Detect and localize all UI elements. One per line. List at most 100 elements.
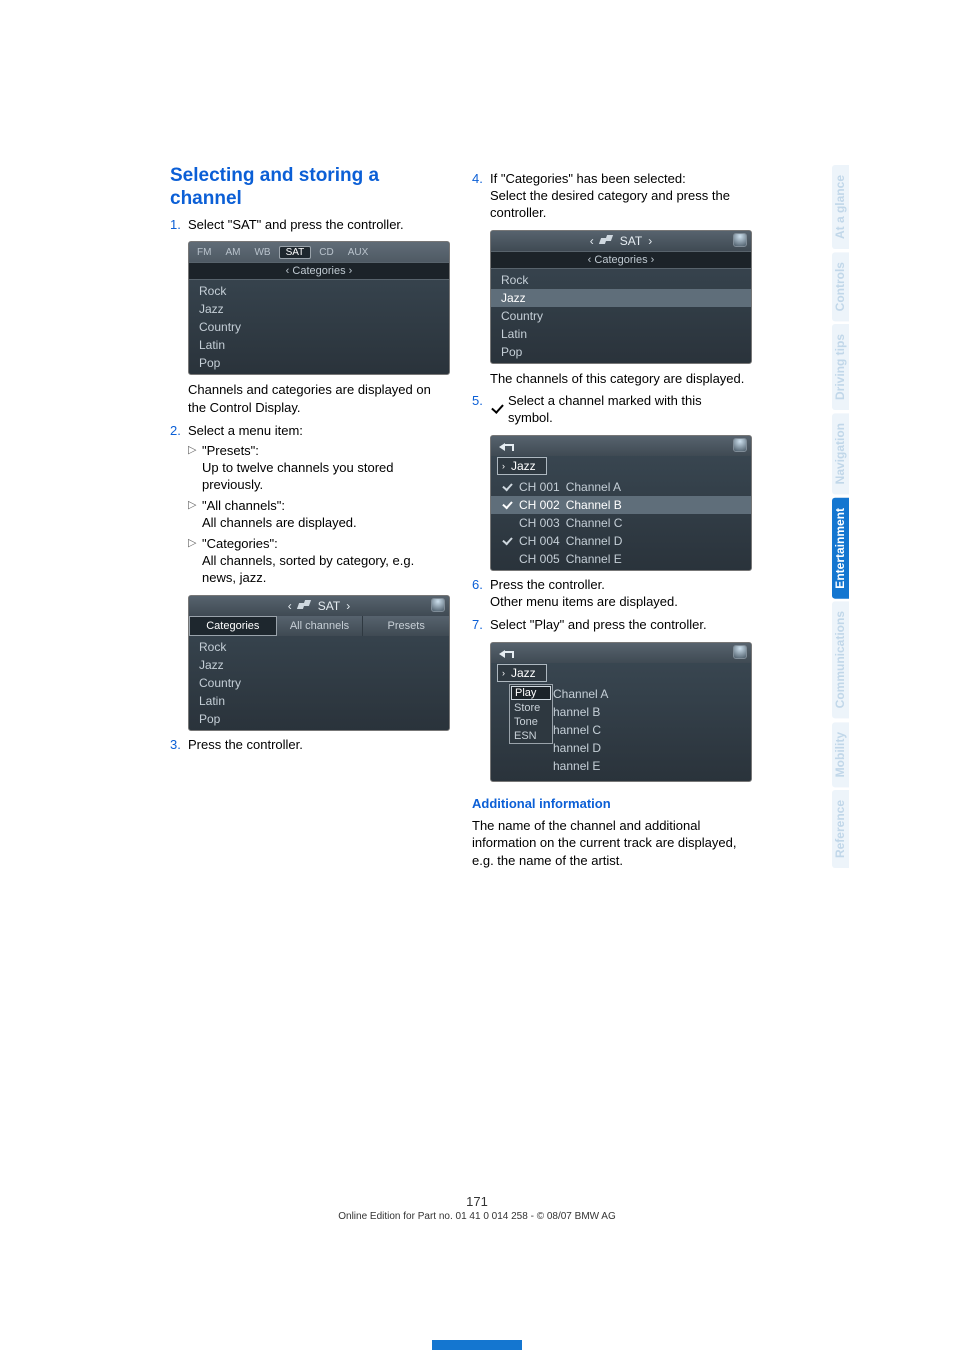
screenshot-channel-list: › Jazz CH 001 Channel A CH 002 Channel B… bbox=[490, 435, 752, 571]
substep-allchannels: "All channels": All channels are display… bbox=[202, 498, 357, 532]
chevron-right-icon: › bbox=[502, 668, 505, 678]
channel-code: CH 005 bbox=[519, 552, 560, 566]
channel-row: CH 004 Channel D bbox=[491, 532, 751, 550]
triangle-bullet-icon: ▷ bbox=[188, 443, 202, 494]
list-item: Country bbox=[189, 674, 449, 692]
channel-code: CH 003 bbox=[519, 516, 560, 530]
screenshot-play-popup: › Jazz CH 001 Channel A hannel B hannel … bbox=[490, 642, 752, 782]
step-4-text: If "Categories" has been selected: Selec… bbox=[490, 171, 750, 222]
list-item: Country bbox=[491, 307, 751, 325]
screenshot-sat-tabs: FM AM WB SAT CD AUX ‹ Categories › Rock … bbox=[188, 241, 450, 375]
list-item-selected: Jazz bbox=[491, 289, 751, 307]
chevron-right-icon: › bbox=[346, 599, 350, 613]
tab-bar: FM AM WB SAT CD AUX bbox=[189, 242, 449, 262]
seg-presets: Presets bbox=[363, 616, 449, 636]
list-item: Pop bbox=[491, 343, 751, 361]
tab-sat-selected: SAT bbox=[279, 246, 312, 259]
title-sat: SAT bbox=[318, 599, 340, 613]
channel-code: CH 002 bbox=[519, 498, 560, 512]
sidetab-reference[interactable]: Reference bbox=[832, 790, 849, 868]
page-number: 171 bbox=[0, 1194, 954, 1209]
title-bar: ‹ SAT › bbox=[189, 596, 449, 616]
sidetab-communications[interactable]: Communications bbox=[832, 601, 849, 718]
satellite-icon bbox=[298, 600, 312, 612]
subbar-categories: ‹ Categories › bbox=[491, 251, 751, 269]
substep-label: "Categories": bbox=[202, 536, 278, 551]
channel-row: CH 001 Channel A bbox=[491, 478, 751, 496]
sidetab-driving-tips[interactable]: Driving tips bbox=[832, 324, 849, 410]
substep-categories: "Categories": All channels, sorted by ca… bbox=[202, 536, 448, 587]
popup-menu: Play Store Tone ESN bbox=[509, 684, 553, 744]
channel-name: Channel E bbox=[566, 552, 622, 566]
back-bar bbox=[491, 643, 751, 663]
substep-label: "All channels": bbox=[202, 498, 285, 513]
corner-icon bbox=[733, 438, 747, 452]
seg-allchannels: All channels bbox=[277, 616, 364, 636]
channel-row: hannel D bbox=[549, 739, 751, 757]
chevron-right-icon: › bbox=[502, 461, 505, 471]
channel-row: hannel E bbox=[549, 757, 751, 775]
triangle-bullet-icon: ▷ bbox=[188, 498, 202, 532]
channel-code: CH 004 bbox=[519, 534, 560, 548]
popup-esn: ESN bbox=[510, 729, 552, 743]
step-number-1: 1. bbox=[170, 217, 188, 234]
channel-row: CH 003 Channel C bbox=[491, 514, 751, 532]
step-6b: Other menu items are displayed. bbox=[490, 594, 678, 609]
after-step4: The channels of this category are displa… bbox=[490, 370, 750, 388]
page-footer: 171 Online Edition for Part no. 01 41 0 … bbox=[0, 1194, 954, 1222]
substep-label: "Presets": bbox=[202, 443, 259, 458]
sidetab-entertainment[interactable]: Entertainment bbox=[832, 498, 849, 599]
popup-store: Store bbox=[510, 701, 552, 715]
list-item: Latin bbox=[491, 325, 751, 343]
popup-tone: Tone bbox=[510, 715, 552, 729]
corner-icon bbox=[431, 598, 445, 612]
tab-am: AM bbox=[219, 246, 246, 259]
sidetab-controls[interactable]: Controls bbox=[832, 252, 849, 321]
substep-presets: "Presets": Up to twelve channels you sto… bbox=[202, 443, 448, 494]
chevron-right-icon: › bbox=[648, 234, 652, 248]
tab-aux: AUX bbox=[342, 246, 375, 259]
channel-name: Channel B bbox=[566, 498, 622, 512]
channel-name: Channel A bbox=[553, 687, 608, 701]
additional-info-heading: Additional information bbox=[472, 796, 750, 811]
list-item: Country bbox=[189, 318, 449, 336]
back-arrow-icon bbox=[499, 441, 513, 451]
subbar-categories: ‹ Categories › bbox=[189, 262, 449, 280]
pill-jazz: › Jazz bbox=[497, 664, 547, 682]
tab-fm: FM bbox=[191, 246, 217, 259]
step-4a: If "Categories" has been selected: bbox=[490, 171, 686, 186]
list-item: Rock bbox=[189, 638, 449, 656]
channel-row-selected: CH 002 Channel B bbox=[491, 496, 751, 514]
list-item: Latin bbox=[189, 692, 449, 710]
step-6a: Press the controller. bbox=[490, 577, 605, 592]
channel-name: Channel D bbox=[566, 534, 623, 548]
list-item: Latin bbox=[189, 336, 449, 354]
step-3-text: Press the controller. bbox=[188, 737, 448, 754]
list-item: Rock bbox=[189, 282, 449, 300]
sidetab-at-a-glance[interactable]: At a glance bbox=[832, 165, 849, 249]
footer-notch bbox=[432, 1340, 522, 1350]
chevron-left-icon: ‹ bbox=[590, 234, 594, 248]
channel-row: hannel C bbox=[549, 721, 751, 739]
tab-cd: CD bbox=[313, 246, 339, 259]
pill-jazz: › Jazz bbox=[497, 457, 547, 475]
channel-code: CH 001 bbox=[519, 480, 560, 494]
substep-text: All channels, sorted by category, e.g. n… bbox=[202, 553, 414, 585]
title-bar: ‹ SAT › bbox=[491, 231, 751, 251]
step-number-2: 2. bbox=[170, 423, 188, 440]
back-bar bbox=[491, 436, 751, 456]
channel-row: CH 005 Channel E bbox=[491, 550, 751, 568]
sidetab-mobility[interactable]: Mobility bbox=[832, 722, 849, 787]
pill-label: Jazz bbox=[511, 666, 536, 680]
pill-label: Jazz bbox=[511, 459, 536, 473]
additional-info-text: The name of the channel and additional i… bbox=[472, 817, 750, 870]
after-step1: Channels and categories are displayed on… bbox=[188, 381, 448, 416]
list-item: Jazz bbox=[189, 300, 449, 318]
tab-wb: WB bbox=[248, 246, 276, 259]
substep-text: All channels are displayed. bbox=[202, 515, 357, 530]
seg-categories: Categories bbox=[189, 616, 277, 636]
title-sat: SAT bbox=[620, 234, 642, 248]
screenshot-sat-segs: ‹ SAT › Categories All channels Presets … bbox=[188, 595, 450, 731]
check-icon bbox=[490, 403, 504, 417]
sidetab-navigation[interactable]: Navigation bbox=[832, 413, 849, 494]
